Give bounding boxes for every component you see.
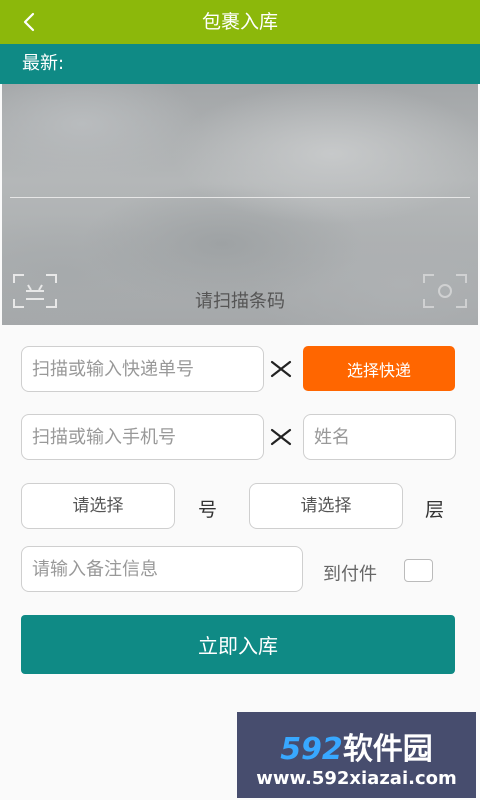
clear-tracking-icon[interactable] xyxy=(268,356,294,382)
number-unit-label: 号 xyxy=(198,499,218,521)
cash-on-delivery-checkbox[interactable] xyxy=(404,559,433,582)
watermark-url: www.592xiazai.com xyxy=(256,768,457,789)
submit-button[interactable]: 立即入库 xyxy=(21,615,455,674)
floor-select[interactable]: 请选择 xyxy=(249,483,403,529)
page-title: 包裹入库 xyxy=(201,11,278,33)
watermark-brand: 592软件园 xyxy=(237,724,476,768)
select-express-button[interactable]: 选择快递 xyxy=(303,346,455,391)
clear-phone-icon[interactable] xyxy=(268,424,294,450)
scanner-view[interactable]: 请扫描条码 xyxy=(2,84,478,325)
watermark-text: 软件园 xyxy=(342,732,433,767)
name-input[interactable] xyxy=(303,414,456,460)
scan-hint: 请扫描条码 xyxy=(195,291,285,312)
cash-on-delivery-label: 到付件 xyxy=(323,564,377,585)
latest-label: 最新: xyxy=(0,44,480,84)
number-select[interactable]: 请选择 xyxy=(21,483,175,529)
floor-unit-label: 层 xyxy=(425,499,445,521)
watermark-logo: 592软件园 www.592xiazai.com xyxy=(237,712,476,798)
tracking-number-input[interactable] xyxy=(21,346,264,392)
note-input[interactable] xyxy=(21,546,303,592)
phone-input[interactable] xyxy=(21,414,264,460)
scan-line xyxy=(10,197,470,198)
watermark-number: 592 xyxy=(280,732,343,767)
top-bar: 包裹入库 xyxy=(0,0,480,44)
